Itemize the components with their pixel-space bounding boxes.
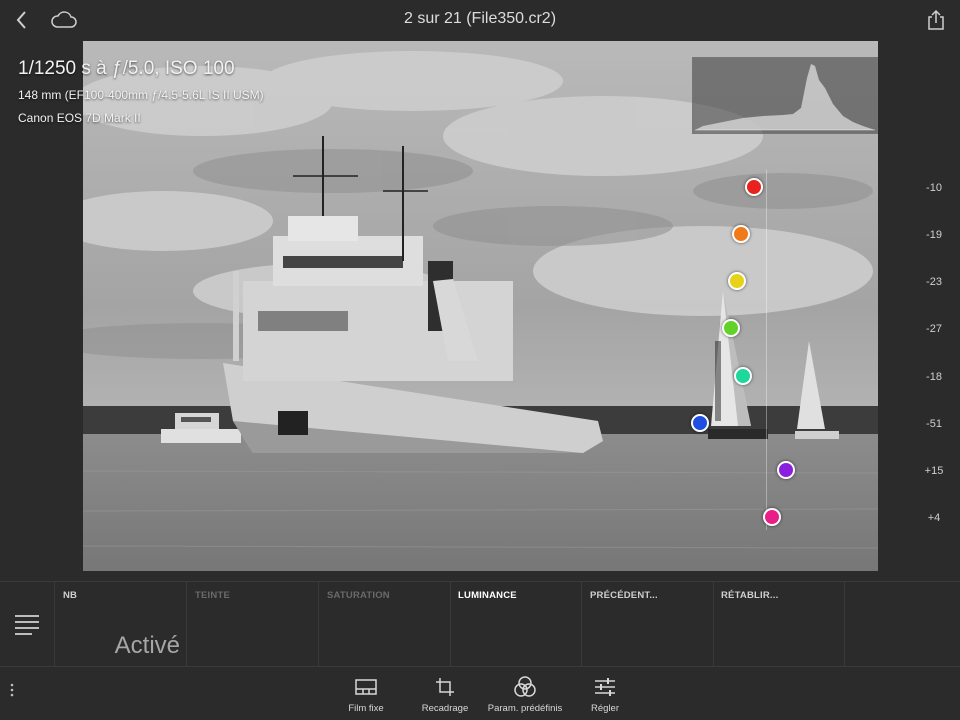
tool-label: Régler bbox=[591, 703, 619, 714]
tool-parametres-predefinis[interactable]: Param. prédéfinis bbox=[485, 675, 565, 714]
luminance-value-aqua: -18 bbox=[926, 371, 942, 383]
more-vertical-icon bbox=[10, 683, 14, 697]
luminance-dot-yellow[interactable] bbox=[728, 272, 746, 290]
preset-tile-label: SATURATION bbox=[327, 590, 390, 601]
preset-tile-label: TEINTE bbox=[195, 590, 230, 601]
camera-info: Canon EOS 7D Mark II bbox=[18, 111, 141, 125]
preset-tile-label: PRÉCÉDENT... bbox=[590, 590, 658, 601]
luminance-dot-blue[interactable] bbox=[691, 414, 709, 432]
preset-tile-label: NB bbox=[63, 590, 78, 601]
preset-tile-state: Activé bbox=[114, 632, 180, 659]
list-menu-icon bbox=[15, 615, 39, 635]
preset-tile-teinte[interactable]: TEINTE bbox=[187, 582, 319, 666]
luminance-dot-orange[interactable] bbox=[732, 225, 750, 243]
luminance-dot-magenta[interactable] bbox=[763, 508, 781, 526]
presets-icon bbox=[514, 676, 536, 697]
luminance-dot-aqua[interactable] bbox=[734, 367, 752, 385]
bottom-toolbar: Film fixe Recadrage Param. prédéfinis Ré… bbox=[0, 666, 960, 720]
share-button[interactable] bbox=[922, 6, 950, 34]
tool-label: Recadrage bbox=[421, 703, 469, 714]
tool-label: Film fixe bbox=[348, 703, 384, 714]
lens-info: 148 mm (EF100-400mm ƒ/4.5-5.6L IS II USM… bbox=[18, 88, 264, 102]
luminance-rail bbox=[766, 170, 767, 530]
preset-tile-precedent[interactable]: PRÉCÉDENT... bbox=[582, 582, 714, 666]
preset-menu-button[interactable] bbox=[0, 582, 55, 666]
tool-label: Param. prédéfinis bbox=[487, 703, 563, 714]
histogram bbox=[692, 57, 878, 134]
preset-tile-retablir[interactable]: RÉTABLIR... bbox=[713, 582, 845, 666]
preset-tile-nb[interactable]: NB Activé bbox=[55, 582, 187, 666]
luminance-value-magenta: +4 bbox=[927, 512, 941, 524]
page-title: 2 sur 21 (File350.cr2) bbox=[403, 10, 557, 27]
tool-regler[interactable]: Régler bbox=[565, 675, 645, 714]
luminance-dot-red[interactable] bbox=[745, 178, 763, 196]
crop-icon bbox=[436, 678, 454, 696]
exposure-info: 1/1250 s à ƒ/5.0, ISO 100 bbox=[18, 58, 235, 79]
luminance-value-red: -10 bbox=[926, 182, 942, 194]
more-button[interactable] bbox=[6, 677, 18, 701]
luminance-value-yellow: -23 bbox=[926, 276, 942, 288]
luminance-dot-green[interactable] bbox=[722, 319, 740, 337]
preset-tile-label: RÉTABLIR... bbox=[721, 590, 779, 601]
top-bar: 2 sur 21 (File350.cr2) bbox=[0, 0, 960, 40]
tool-film-fixe[interactable]: Film fixe bbox=[326, 675, 406, 714]
luminance-value-green: -27 bbox=[926, 323, 942, 335]
preset-tile-empty bbox=[845, 582, 960, 666]
tool-recadrage[interactable]: Recadrage bbox=[405, 675, 485, 714]
luminance-dot-purple[interactable] bbox=[777, 461, 795, 479]
luminance-value-purple: +15 bbox=[924, 465, 944, 477]
preset-tile-label: LUMINANCE bbox=[458, 590, 517, 601]
share-icon bbox=[928, 9, 944, 30]
luminance-value-blue: -51 bbox=[926, 418, 942, 430]
luminance-value-orange: -19 bbox=[926, 229, 942, 241]
exif-overlay: 1/1250 s à ƒ/5.0, ISO 100 148 mm (EF100-… bbox=[18, 58, 264, 125]
preset-tile-luminance[interactable]: LUMINANCE bbox=[450, 582, 582, 666]
filmstrip-icon bbox=[355, 679, 377, 695]
preset-tile-saturation[interactable]: SATURATION bbox=[319, 582, 451, 666]
sliders-icon bbox=[595, 678, 615, 696]
preset-strip: NB Activé TEINTE SATURATION LUMINANCE PR… bbox=[0, 581, 960, 666]
